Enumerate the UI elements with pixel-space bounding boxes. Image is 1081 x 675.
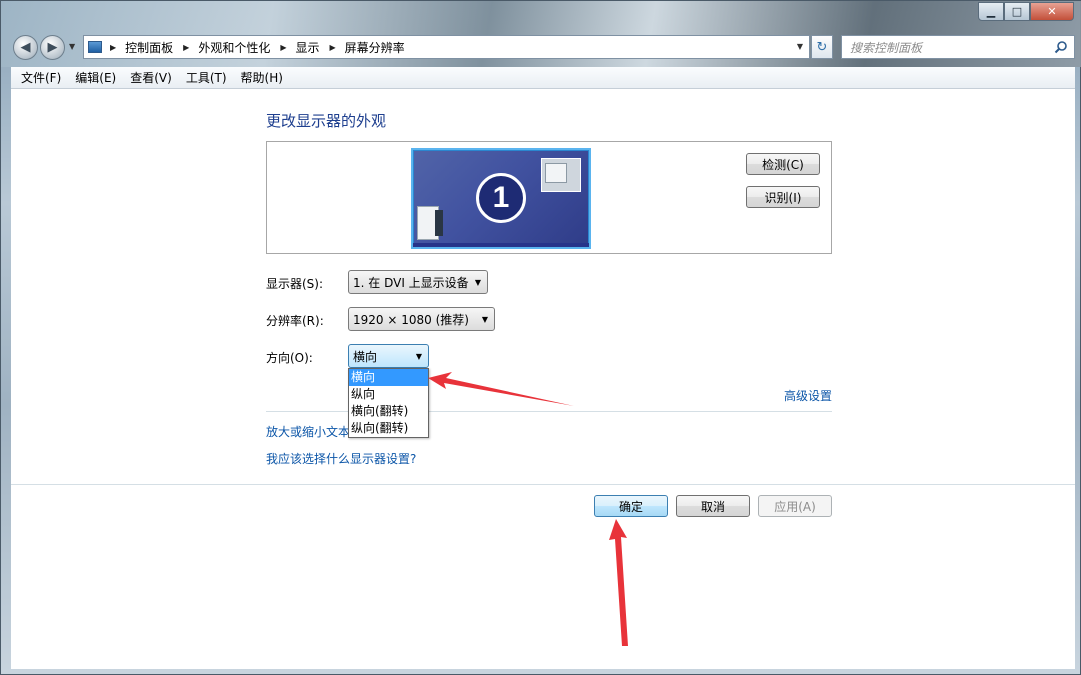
maximize-icon: □ <box>1011 5 1023 18</box>
orientation-option-portrait[interactable]: 纵向 <box>349 386 428 403</box>
resolution-select-value: 1920 × 1080 (推荐) <box>353 312 469 327</box>
advanced-settings-link[interactable]: 高级设置 <box>784 387 832 404</box>
menu-view[interactable]: 查看(V) <box>124 69 180 86</box>
identify-button[interactable]: 识别(I) <box>746 186 820 208</box>
resolution-label: 分辨率(R): <box>266 314 324 328</box>
orientation-option-landscape-flipped[interactable]: 横向(翻转) <box>349 403 428 420</box>
chevron-right-icon[interactable]: ▶ <box>183 43 189 52</box>
arrow-left-icon: ◀ <box>20 40 31 55</box>
dropdown-arrow-icon: ▼ <box>415 352 422 361</box>
footer-divider <box>11 484 1075 485</box>
control-panel-icon <box>88 41 102 53</box>
close-button[interactable]: ✕ <box>1030 2 1074 21</box>
arrow-right-icon: ▶ <box>47 40 58 55</box>
taskbar-strip <box>413 243 589 247</box>
breadcrumb-screen-resolution[interactable]: 屏幕分辨率 <box>345 39 405 56</box>
dropdown-arrow-icon: ▼ <box>481 315 488 324</box>
resolution-select[interactable]: 1920 × 1080 (推荐) ▼ <box>348 307 495 331</box>
monitor-number-badge: 1 <box>476 173 526 223</box>
breadcrumb-control-panel[interactable]: 控制面板 <box>125 39 173 56</box>
display-label: 显示器(S): <box>266 277 324 291</box>
breadcrumb-display[interactable]: 显示 <box>296 39 320 56</box>
orientation-label: 方向(O): <box>266 351 313 365</box>
maximize-button[interactable]: □ <box>1004 2 1030 21</box>
window-thumbnail-icon <box>541 158 581 192</box>
orientation-option-landscape[interactable]: 横向 <box>349 369 428 386</box>
chevron-right-icon[interactable]: ▶ <box>330 43 336 52</box>
page-title: 更改显示器的外观 <box>266 112 387 130</box>
refresh-button[interactable]: ↻ <box>811 35 833 59</box>
address-bar[interactable]: ▶ 控制面板 ▶ 外观和个性化 ▶ 显示 ▶ 屏幕分辨率 ▼ <box>83 35 810 59</box>
navigation-bar: ◀ ▶ ▼ ▶ 控制面板 ▶ 外观和个性化 ▶ 显示 ▶ 屏幕分辨率 ▼ ↻ 搜… <box>11 33 1075 61</box>
ok-button[interactable]: 确定 <box>594 495 668 517</box>
menu-file[interactable]: 文件(F) <box>15 69 69 86</box>
apply-button[interactable]: 应用(A) <box>758 495 832 517</box>
recent-pages-dropdown[interactable]: ▼ <box>69 42 75 51</box>
forward-button[interactable]: ▶ <box>40 35 65 60</box>
tower-thumbnail-icon <box>435 210 443 236</box>
menu-edit[interactable]: 编辑(E) <box>69 69 124 86</box>
orientation-select[interactable]: 横向 ▼ <box>348 344 429 368</box>
window-controls: ▁ □ ✕ <box>978 2 1074 21</box>
orientation-option-portrait-flipped[interactable]: 纵向(翻转) <box>349 420 428 437</box>
cancel-button[interactable]: 取消 <box>676 495 750 517</box>
menu-bar: 文件(F) 编辑(E) 查看(V) 工具(T) 帮助(H) <box>11 67 1075 89</box>
search-icon[interactable] <box>1054 40 1068 54</box>
minimize-button[interactable]: ▁ <box>978 2 1004 21</box>
refresh-icon: ↻ <box>816 39 828 55</box>
address-dropdown-icon[interactable]: ▼ <box>797 42 803 51</box>
minimize-icon: ▁ <box>986 5 996 18</box>
search-input[interactable]: 搜索控制面板 <box>841 35 1075 59</box>
search-placeholder: 搜索控制面板 <box>850 40 923 55</box>
breadcrumb-appearance[interactable]: 外观和个性化 <box>198 39 270 56</box>
chevron-right-icon[interactable]: ▶ <box>280 43 286 52</box>
breadcrumb: ▶ 控制面板 ▶ 外观和个性化 ▶ 显示 ▶ 屏幕分辨率 <box>110 39 415 56</box>
back-button[interactable]: ◀ <box>13 35 38 60</box>
text-size-link[interactable]: 放大或缩小文本 <box>266 423 350 440</box>
dropdown-arrow-icon: ▼ <box>474 278 481 287</box>
display-select-value: 1. 在 DVI 上显示设备 <box>353 275 469 290</box>
close-icon: ✕ <box>1047 5 1057 18</box>
display-select[interactable]: 1. 在 DVI 上显示设备 ▼ <box>348 270 488 294</box>
detect-button[interactable]: 检测(C) <box>746 153 820 175</box>
menu-help[interactable]: 帮助(H) <box>235 69 291 86</box>
menu-tools[interactable]: 工具(T) <box>180 69 235 86</box>
chevron-right-icon[interactable]: ▶ <box>110 43 116 52</box>
orientation-select-value: 横向 <box>353 349 378 364</box>
content-pane: 更改显示器的外观 1 检测(C) 识别(I) 显示器(S): 1. 在 DVI … <box>11 89 1075 669</box>
window-frame: ▁ □ ✕ ◀ ▶ ▼ ▶ 控制面板 ▶ 外观和个性化 ▶ 显示 ▶ 屏幕分辨率… <box>0 0 1081 675</box>
display-settings-help-link[interactable]: 我应该选择什么显示器设置? <box>266 450 416 467</box>
monitor-thumbnail[interactable]: 1 <box>411 148 591 249</box>
orientation-dropdown-list: 横向 纵向 横向(翻转) 纵向(翻转) <box>348 368 429 438</box>
